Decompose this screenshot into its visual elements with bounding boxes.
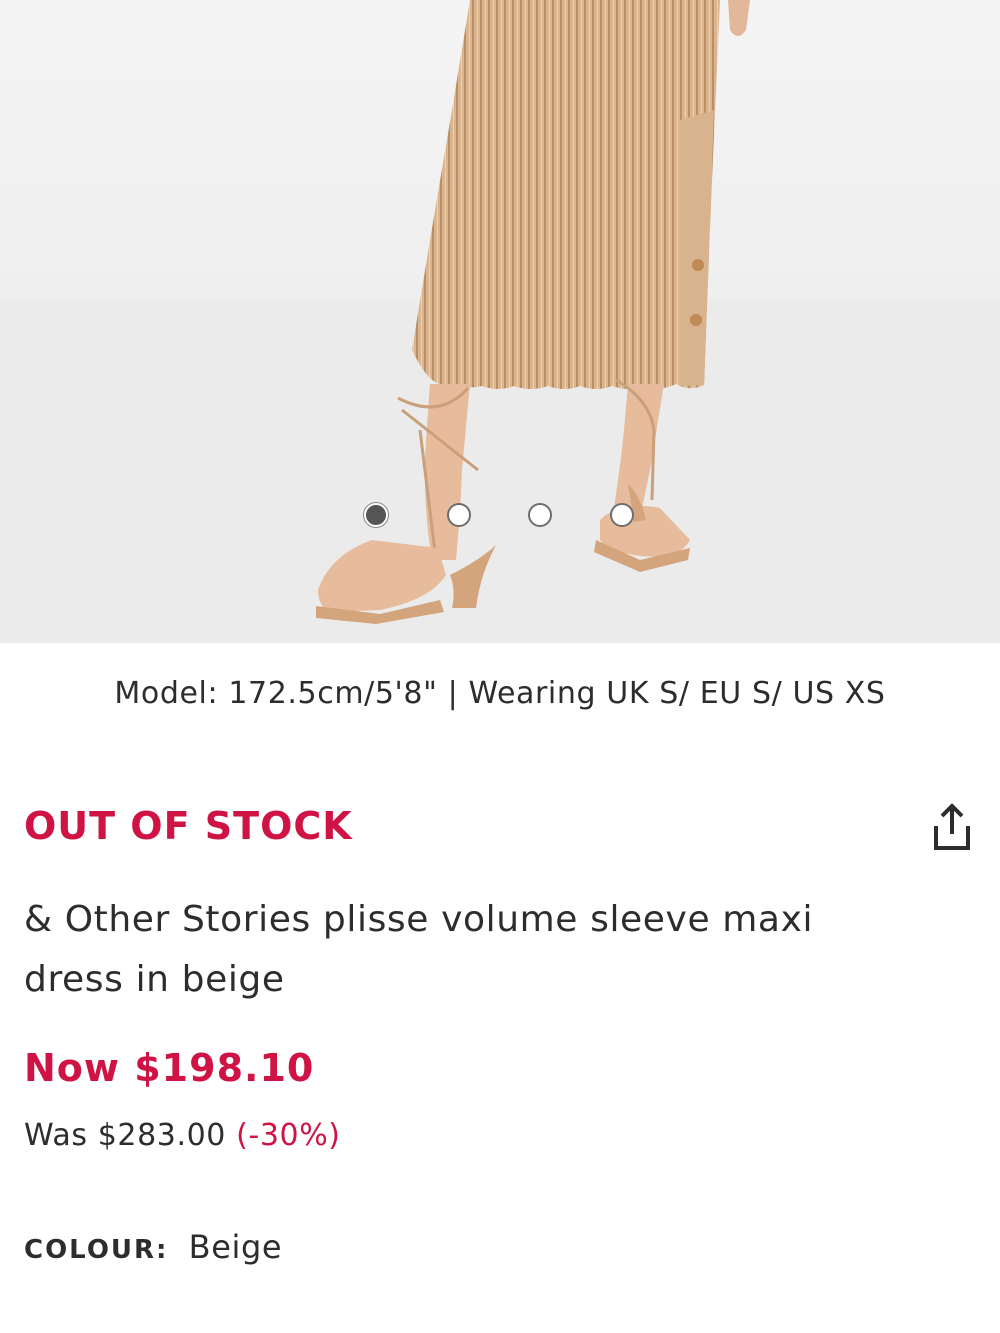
carousel-dot-2[interactable] (447, 503, 471, 527)
was-price-text: Was $283.00 (24, 1118, 226, 1153)
stock-status-label: OUT OF STOCK (24, 804, 353, 848)
share-button[interactable] (928, 800, 976, 856)
model-size-info: Model: 172.5cm/5'8" | Wearing UK S/ EU S… (114, 676, 886, 711)
carousel-dot-3[interactable] (528, 503, 552, 527)
carousel-dot-1[interactable] (364, 503, 388, 527)
colour-label: COLOUR: (24, 1235, 169, 1265)
carousel-dot-4[interactable] (610, 503, 634, 527)
product-page: Model: 172.5cm/5'8" | Wearing UK S/ EU S… (0, 0, 1000, 1333)
discount-percent: (-30%) (236, 1118, 341, 1153)
share-icon (934, 803, 970, 850)
current-price: Now $198.10 (24, 1046, 315, 1090)
colour-row: COLOUR: Beige (24, 1228, 282, 1266)
product-photo (0, 0, 1000, 643)
product-image-gallery[interactable] (0, 0, 1000, 643)
colour-value: Beige (188, 1228, 283, 1266)
product-title: & Other Stories plisse volume sleeve max… (24, 899, 814, 1000)
stock-status-row: OUT OF STOCK (24, 800, 976, 860)
carousel-pagination (0, 503, 1000, 535)
previous-price: Was $283.00 (-30%) (24, 1118, 341, 1153)
